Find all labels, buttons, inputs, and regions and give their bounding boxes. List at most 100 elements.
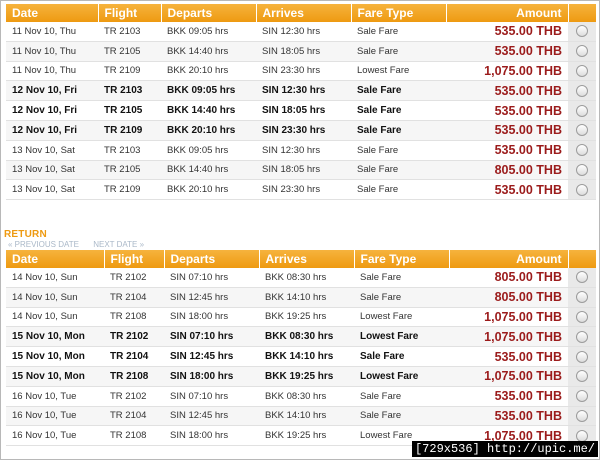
flight-number: TR 2102 (104, 386, 164, 407)
flight-fare-type: Lowest Fare (354, 326, 449, 348)
fare-select-radio[interactable] (576, 330, 588, 343)
flight-date: 12 Nov 10, Fri (6, 120, 98, 141)
flight-date: 16 Nov 10, Tue (6, 425, 104, 447)
flight-row[interactable]: 13 Nov 10, Sat TR 2105 BKK 14:40 hrs SIN… (6, 160, 596, 181)
fare-select-radio[interactable] (576, 45, 588, 58)
fare-select-cell (568, 386, 596, 407)
flight-arrives: BKK 08:30 hrs (259, 326, 354, 348)
flight-arrives: SIN 18:05 hrs (256, 160, 351, 181)
flight-row[interactable]: 14 Nov 10, Sun TR 2104 SIN 12:45 hrs BKK… (6, 287, 596, 308)
fare-select-radio[interactable] (576, 64, 588, 77)
column-header-departs: Departs (161, 4, 257, 22)
previous-date-link[interactable]: « PREVIOUS DATE (8, 240, 79, 249)
flight-date: 11 Nov 10, Thu (6, 41, 98, 62)
flight-arrives: SIN 23:30 hrs (256, 120, 351, 141)
flight-number: TR 2103 (98, 80, 161, 102)
table-header-row: Date Flight Departs Arrives Fare Type Am… (6, 250, 597, 268)
fare-select-radio[interactable] (576, 163, 588, 176)
flight-row[interactable]: 14 Nov 10, Sun TR 2102 SIN 07:10 hrs BKK… (6, 268, 596, 288)
fare-select-radio[interactable] (576, 291, 588, 304)
flight-date: 15 Nov 10, Mon (6, 366, 104, 387)
flight-number: TR 2109 (98, 179, 161, 201)
flight-arrives: BKK 14:10 hrs (259, 346, 354, 367)
flight-departs: BKK 09:05 hrs (161, 22, 256, 42)
fare-select-radio[interactable] (576, 144, 588, 157)
fare-select-radio[interactable] (576, 271, 588, 284)
fare-select-cell (568, 326, 596, 348)
flight-arrives: BKK 08:30 hrs (259, 386, 354, 407)
flight-row[interactable]: 12 Nov 10, Fri TR 2105 BKK 14:40 hrs SIN… (6, 100, 596, 121)
flight-date: 14 Nov 10, Sun (6, 287, 104, 308)
fare-select-radio[interactable] (576, 409, 588, 422)
flight-amount: 535.00 THB (449, 406, 568, 427)
flight-departs: SIN 12:45 hrs (164, 346, 259, 367)
flight-date: 15 Nov 10, Mon (6, 346, 104, 367)
flight-row[interactable]: 11 Nov 10, Thu TR 2109 BKK 20:10 hrs SIN… (6, 61, 596, 82)
flight-departs: SIN 07:10 hrs (164, 386, 259, 407)
flight-number: TR 2103 (98, 22, 161, 42)
flight-amount: 535.00 THB (446, 22, 568, 42)
flight-arrives: BKK 14:10 hrs (259, 287, 354, 308)
fare-select-cell (568, 307, 596, 328)
flight-date: 11 Nov 10, Thu (6, 22, 98, 42)
flight-fare-type: Sale Fare (351, 80, 446, 102)
flight-arrives: SIN 12:30 hrs (256, 80, 351, 102)
fare-select-radio[interactable] (576, 390, 588, 403)
flight-row[interactable]: 14 Nov 10, Sun TR 2108 SIN 18:00 hrs BKK… (6, 307, 596, 328)
flight-arrives: SIN 23:30 hrs (256, 61, 351, 82)
flight-row[interactable]: 15 Nov 10, Mon TR 2102 SIN 07:10 hrs BKK… (6, 326, 596, 348)
flight-amount: 535.00 THB (446, 179, 568, 201)
fare-select-radio[interactable] (576, 104, 588, 117)
column-header-select (568, 250, 597, 268)
fare-select-radio[interactable] (576, 124, 588, 137)
next-date-link[interactable]: NEXT DATE » (93, 240, 144, 249)
flight-date: 16 Nov 10, Tue (6, 406, 104, 427)
flight-arrives: SIN 18:05 hrs (256, 41, 351, 62)
flight-amount: 805.00 THB (449, 268, 568, 288)
flight-row[interactable]: 13 Nov 10, Sat TR 2103 BKK 09:05 hrs SIN… (6, 140, 596, 161)
flight-row[interactable]: 12 Nov 10, Fri TR 2103 BKK 09:05 hrs SIN… (6, 80, 596, 102)
flight-date: 14 Nov 10, Sun (6, 268, 104, 288)
flight-fare-type: Sale Fare (351, 179, 446, 201)
flight-date: 13 Nov 10, Sat (6, 140, 98, 161)
flight-date: 12 Nov 10, Fri (6, 100, 98, 121)
flight-amount: 535.00 THB (449, 386, 568, 407)
return-section-label: RETURN (4, 229, 47, 240)
fare-select-radio[interactable] (576, 310, 588, 323)
column-header-flight: Flight (98, 4, 162, 22)
flight-number: TR 2105 (98, 41, 161, 62)
flight-departs: BKK 20:10 hrs (161, 61, 256, 82)
date-navigation: « PREVIOUS DATE NEXT DATE » (8, 240, 156, 249)
fare-select-radio[interactable] (576, 350, 588, 363)
fare-select-cell (568, 268, 596, 288)
return-fare-table: Date Flight Departs Arrives Fare Type Am… (6, 250, 597, 447)
fare-select-cell (568, 80, 596, 102)
flight-amount: 535.00 THB (446, 100, 568, 121)
flight-fare-type: Sale Fare (351, 120, 446, 141)
flight-date: 15 Nov 10, Mon (6, 326, 104, 348)
flight-row[interactable]: 11 Nov 10, Thu TR 2105 BKK 14:40 hrs SIN… (6, 41, 596, 62)
fare-select-cell (568, 41, 596, 62)
fare-select-radio[interactable] (576, 84, 588, 97)
flight-row[interactable]: 11 Nov 10, Thu TR 2103 BKK 09:05 hrs SIN… (6, 22, 596, 42)
fare-select-cell (568, 346, 596, 367)
table-header-row: Date Flight Departs Arrives Fare Type Am… (6, 4, 597, 22)
flight-row[interactable]: 12 Nov 10, Fri TR 2109 BKK 20:10 hrs SIN… (6, 120, 596, 141)
column-header-arrives: Arrives (256, 4, 352, 22)
column-header-amount: Amount (449, 250, 569, 268)
fare-select-radio[interactable] (576, 183, 588, 196)
fare-select-radio[interactable] (576, 429, 588, 442)
fare-select-radio[interactable] (576, 25, 588, 38)
flight-row[interactable]: 15 Nov 10, Mon TR 2108 SIN 18:00 hrs BKK… (6, 366, 596, 387)
fare-select-radio[interactable] (576, 370, 588, 383)
flight-departs: SIN 12:45 hrs (164, 287, 259, 308)
fare-select-cell (568, 406, 596, 427)
flight-row[interactable]: 15 Nov 10, Mon TR 2104 SIN 12:45 hrs BKK… (6, 346, 596, 367)
flight-row[interactable]: 13 Nov 10, Sat TR 2109 BKK 20:10 hrs SIN… (6, 179, 596, 201)
flight-row[interactable]: 16 Nov 10, Tue TR 2102 SIN 07:10 hrs BKK… (6, 386, 596, 407)
flight-number: TR 2102 (104, 326, 164, 348)
flight-departs: BKK 14:40 hrs (161, 160, 256, 181)
flight-date: 12 Nov 10, Fri (6, 80, 98, 102)
flight-departs: SIN 07:10 hrs (164, 326, 259, 348)
flight-row[interactable]: 16 Nov 10, Tue TR 2104 SIN 12:45 hrs BKK… (6, 406, 596, 427)
